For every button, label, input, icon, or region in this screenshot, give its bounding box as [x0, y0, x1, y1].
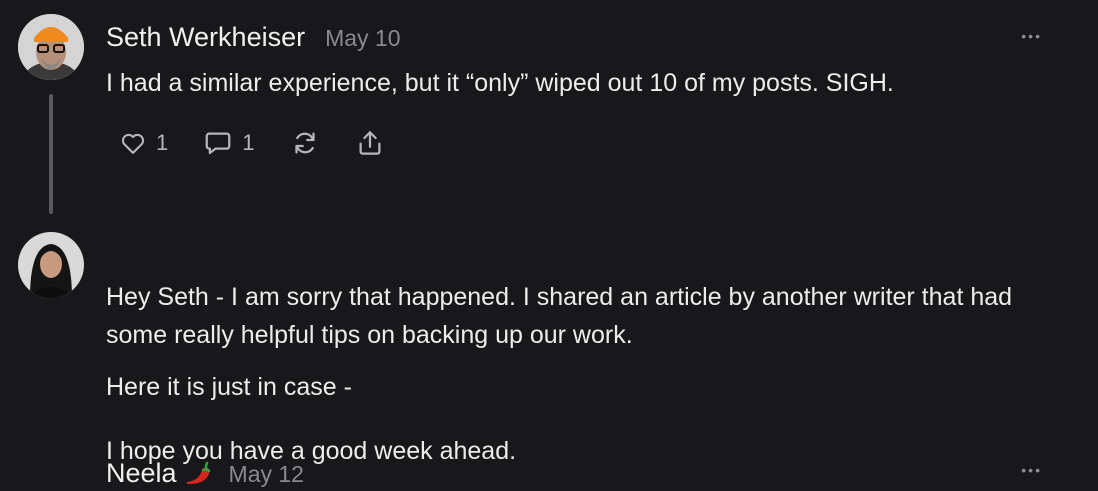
comment-body: Hey Seth - I am sorry that happened. I s… — [106, 283, 1013, 349]
avatar[interactable] — [18, 14, 84, 80]
restack-button[interactable] — [289, 128, 321, 158]
comment-header: Seth Werkheiser May 10 — [106, 22, 401, 53]
comment-body: Here it is just in case - — [106, 373, 352, 401]
reply-button[interactable]: 1 — [202, 128, 255, 158]
like-button[interactable]: 1 — [118, 129, 168, 157]
like-count: 1 — [156, 130, 169, 155]
avatar[interactable] — [18, 232, 84, 298]
comment: Seth Werkheiser May 10 ••• I had a simil… — [0, 0, 1098, 215]
more-icon[interactable]: ••• — [1021, 28, 1042, 44]
share-icon — [359, 131, 380, 155]
heart-icon — [121, 133, 145, 154]
comment-actions: 1 1 — [118, 128, 419, 158]
comment-date[interactable]: May 10 — [325, 25, 400, 52]
author-name[interactable]: Seth Werkheiser — [106, 22, 305, 53]
thread-line — [49, 94, 53, 214]
comment-icon — [205, 132, 231, 155]
restack-icon — [294, 132, 315, 154]
share-button[interactable] — [355, 128, 385, 158]
reply-count: 1 — [242, 130, 255, 155]
comment-body: I hope you have a good week ahead. — [106, 437, 517, 465]
comment-body: I had a similar experience, but it “only… — [106, 69, 894, 97]
